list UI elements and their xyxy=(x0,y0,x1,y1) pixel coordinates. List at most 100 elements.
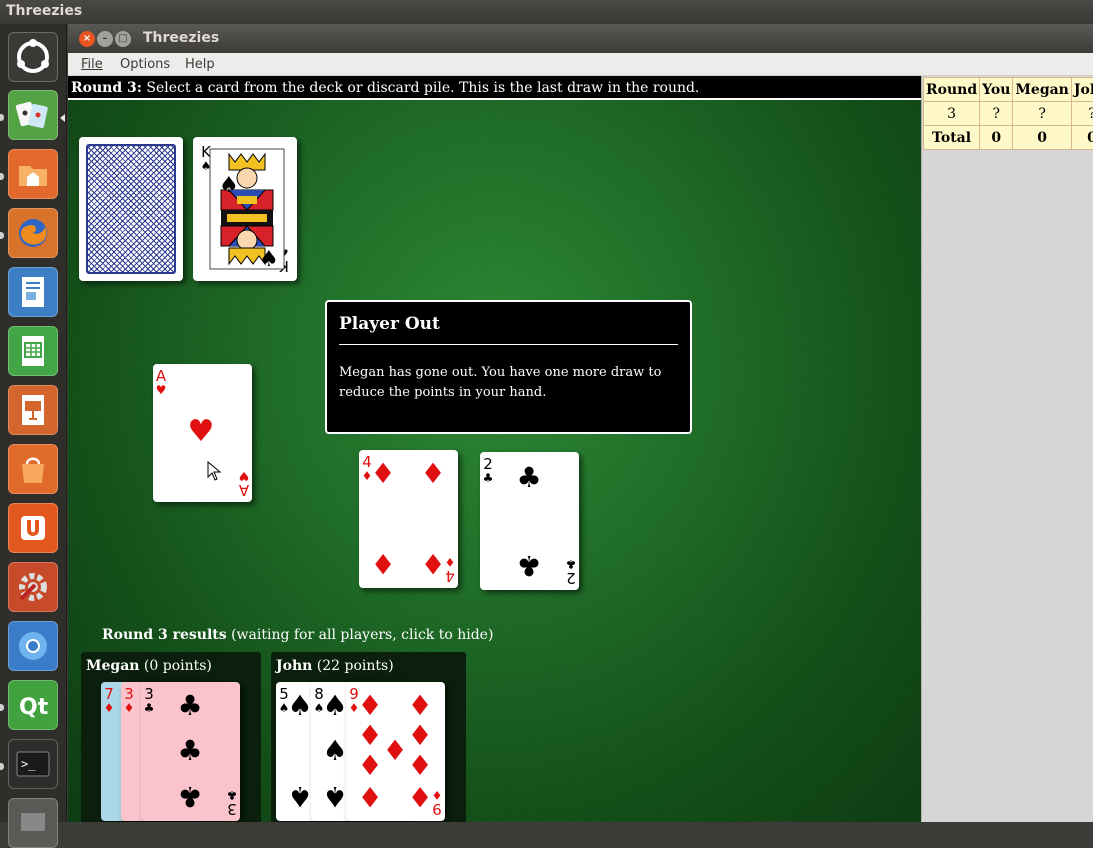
workspace-switcher-icon[interactable] xyxy=(8,798,58,848)
terminal-icon[interactable]: >_ xyxy=(8,739,58,789)
card-suit: ♠ xyxy=(286,782,314,810)
software-center-icon[interactable] xyxy=(8,444,58,494)
results-title: Round 3 results xyxy=(102,627,227,643)
hand-card[interactable]: 4♦ ♦ ♦ ♦ ♦ 4♦ xyxy=(359,450,458,588)
card-rank: 3 xyxy=(121,687,137,701)
card-suit: ♦ xyxy=(356,692,384,720)
result-card: 3♣ ♣ ♣ ♣ 3♣ xyxy=(141,682,240,821)
card-rank: 2 xyxy=(480,457,496,471)
card-rank: 7 xyxy=(101,687,117,701)
card-suit: ♠ xyxy=(321,692,349,720)
card-suit: ♦ xyxy=(101,701,117,715)
player-name: Megan xyxy=(86,658,139,674)
cell-john: ? xyxy=(1071,102,1093,126)
card-suit: ♦ xyxy=(369,549,397,577)
svg-text:Qt: Qt xyxy=(19,695,49,720)
close-button[interactable]: × xyxy=(79,31,95,47)
card-suit: ♣ xyxy=(563,557,579,571)
card-suit: ♦ xyxy=(356,782,384,810)
card-suit: ♦ xyxy=(406,752,434,780)
card-suit: ♦ xyxy=(356,722,384,750)
card-suit: ♣ xyxy=(141,701,157,715)
total-you: 0 xyxy=(980,126,1013,150)
running-indicator xyxy=(0,763,4,770)
card-suit: ♦ xyxy=(369,460,397,488)
card-suit: ♣ xyxy=(515,464,543,492)
card-rank: 9 xyxy=(429,802,445,816)
chromium-icon[interactable] xyxy=(8,621,58,671)
window-title: Threezies xyxy=(143,30,219,46)
scoreboard-table: Round You Megan John 3 ? ? ? Total 0 0 0 xyxy=(923,77,1093,150)
status-message: Select a card from the deck or discard p… xyxy=(146,80,699,96)
card-suit: ♠ xyxy=(321,782,349,810)
player-points: (0 points) xyxy=(144,658,212,674)
king-face-image: ♠ ♠ xyxy=(209,148,285,270)
card-suit: ♦ xyxy=(121,701,137,715)
card-suit: ♣ xyxy=(176,692,204,720)
files-icon[interactable] xyxy=(8,149,58,199)
scoreboard-header-row: Round You Megan John xyxy=(924,78,1093,102)
card-suit: ♣ xyxy=(224,788,240,802)
menu-file[interactable]: File xyxy=(81,57,103,72)
card-rank: A xyxy=(153,369,169,383)
card-suit: ♦ xyxy=(406,692,434,720)
card-rank: A xyxy=(236,483,252,497)
card-back xyxy=(86,144,176,274)
cell-round: 3 xyxy=(924,102,980,126)
dash-home-icon[interactable] xyxy=(8,32,58,82)
hand-card[interactable]: 2♣ ♣ ♣ 2♣ xyxy=(480,452,579,590)
card-suit: ♣ xyxy=(480,471,496,485)
dialog-title: Player Out xyxy=(339,314,678,334)
firefox-icon[interactable] xyxy=(8,208,58,258)
svg-text:>_: >_ xyxy=(21,757,36,771)
round-results-header[interactable]: Round 3 results (waiting for all players… xyxy=(102,627,493,643)
card-rank: 3 xyxy=(141,687,157,701)
threezies-icon[interactable] xyxy=(8,90,58,140)
menu-help[interactable]: Help xyxy=(185,57,215,72)
card-suit: ♦ xyxy=(442,555,458,569)
hand-card[interactable]: A♥ ♥ A♥ xyxy=(153,364,252,502)
qt-creator-icon[interactable]: Qt xyxy=(8,680,58,730)
active-app-title: Threezies xyxy=(6,3,82,19)
game-table: Round 3: Select a card from the deck or … xyxy=(68,76,921,822)
scoreboard-total-row: Total 0 0 0 xyxy=(924,126,1093,150)
round-label: Round 3: xyxy=(71,80,142,96)
total-label: Total xyxy=(924,126,980,150)
minimize-button[interactable]: – xyxy=(97,31,113,47)
maximize-button[interactable]: □ xyxy=(115,31,131,47)
header-megan: Megan xyxy=(1013,78,1071,102)
player-points: (22 points) xyxy=(317,658,394,674)
player-name: John xyxy=(276,658,312,674)
discard-pile[interactable]: K♠ K♠ ♠ ♠ xyxy=(193,137,297,281)
running-indicator xyxy=(0,114,4,121)
menubar: File Options Help xyxy=(68,53,1093,76)
menu-options[interactable]: Options xyxy=(120,57,170,72)
system-settings-icon[interactable] xyxy=(8,562,58,612)
player-out-dialog[interactable]: Player Out Megan has gone out. You have … xyxy=(325,300,692,434)
cell-you: ? xyxy=(980,102,1013,126)
dialog-divider xyxy=(339,344,678,345)
scoreboard-row: 3 ? ? ? xyxy=(924,102,1093,126)
svg-text:♠: ♠ xyxy=(259,247,279,270)
deck-pile[interactable] xyxy=(79,137,183,281)
unity-launcher: Qt >_ xyxy=(0,24,67,822)
header-round: Round xyxy=(924,78,980,102)
writer-icon[interactable] xyxy=(8,267,58,317)
card-suit: ♣ xyxy=(176,737,204,765)
threezies-window: × – □ Threezies File Options Help Round … xyxy=(68,24,1093,822)
megan-results-panel: Megan (0 points) 7♦ 3♦ 3♣ ♣ ♣ ♣ 3♣ xyxy=(81,652,261,822)
john-results-panel: John (22 points) 5♠ ♠ ♠ 8♠ ♠ ♠ ♠ 9♦ ♦ ♦ … xyxy=(271,652,466,822)
results-note: (waiting for all players, click to hide) xyxy=(231,627,493,643)
card-suit: ♦ xyxy=(381,737,409,765)
calc-icon[interactable] xyxy=(8,326,58,376)
cell-megan: ? xyxy=(1013,102,1071,126)
impress-icon[interactable] xyxy=(8,385,58,435)
svg-text:♠: ♠ xyxy=(219,173,239,198)
mouse-pointer-icon xyxy=(207,461,221,481)
scoreboard-panel: Round You Megan John 3 ? ? ? Total 0 0 0 xyxy=(921,76,1093,822)
card-suit: ♦ xyxy=(419,460,447,488)
card-suit: ♦ xyxy=(406,722,434,750)
total-megan: 0 xyxy=(1013,126,1071,150)
header-you: You xyxy=(980,78,1013,102)
ubuntu-one-icon[interactable] xyxy=(8,503,58,553)
